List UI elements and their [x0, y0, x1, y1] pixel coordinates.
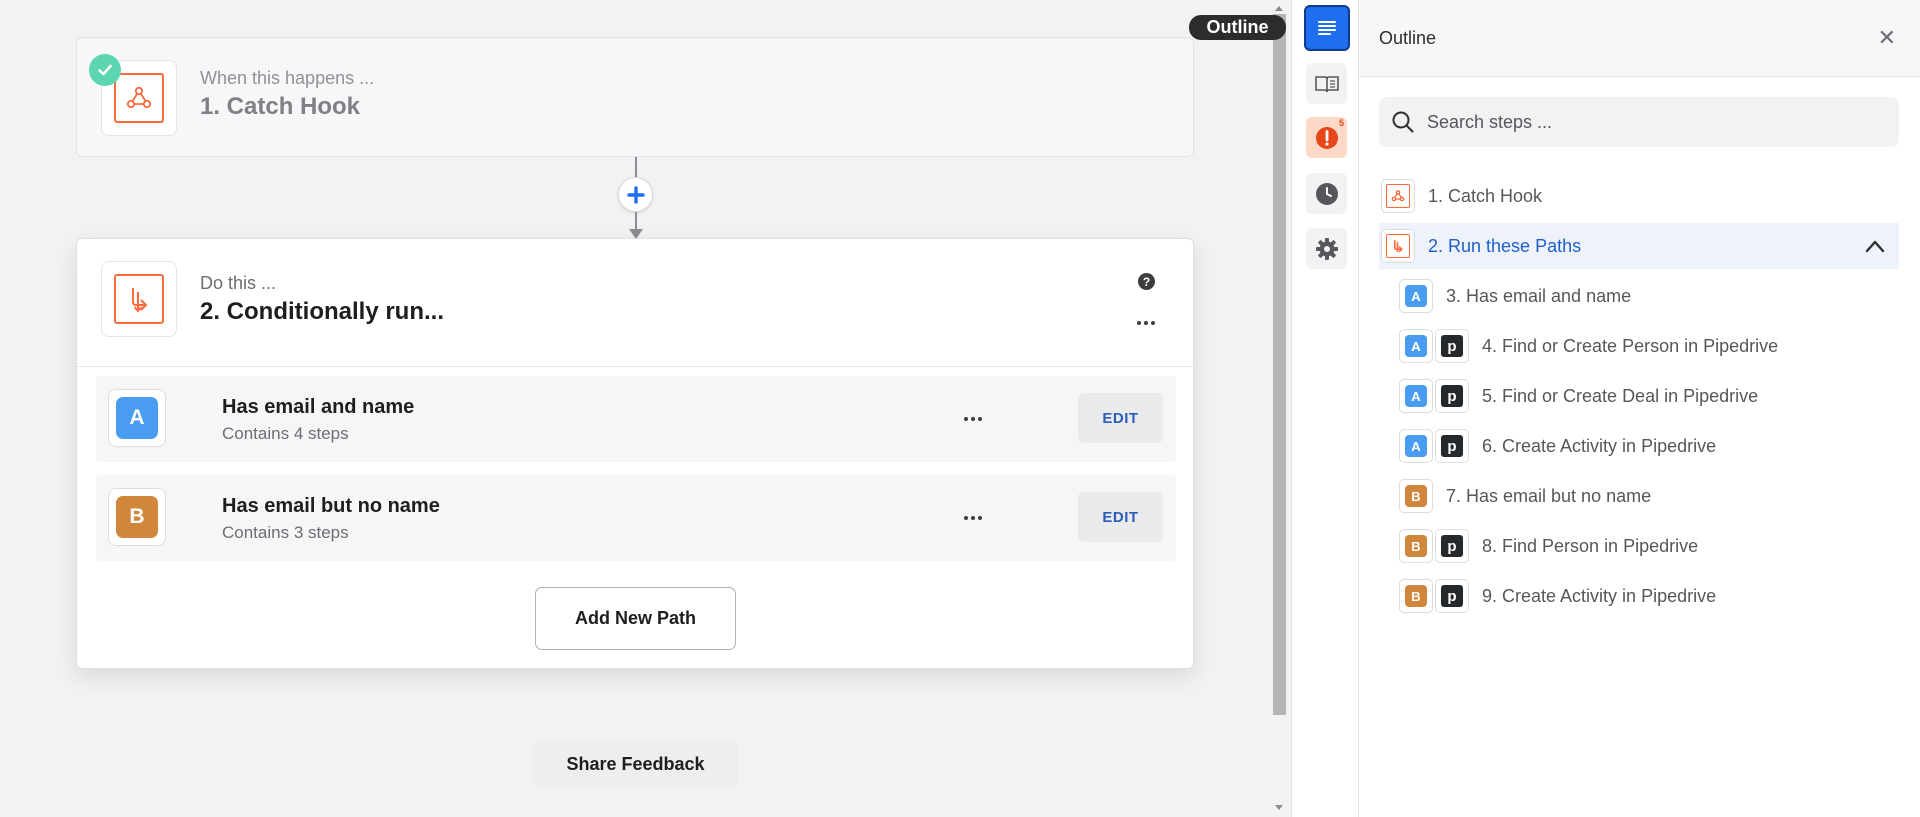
alert-count-badge: 5 [1338, 118, 1344, 128]
outline-item-7-label: 7. Has email but no name [1446, 485, 1652, 506]
outline-item-3-label: 3. Has email and name [1446, 285, 1632, 306]
alert-icon [1315, 126, 1338, 149]
paths-icon [1394, 240, 1403, 253]
webhook-icon [1391, 190, 1405, 202]
search-icon [1392, 111, 1414, 133]
add-step-button[interactable] [618, 177, 653, 212]
path-a-letter: A [116, 397, 158, 439]
paths-step-card: Do this ... 2. Conditionally run... ? A … [76, 238, 1194, 669]
search-steps-box [1379, 97, 1899, 147]
outline-icon [1318, 21, 1336, 35]
scroll-up-icon[interactable] [1275, 6, 1283, 11]
outline-item-6-path-icon: A [1399, 429, 1433, 463]
path-b-more-options-icon[interactable] [964, 516, 982, 520]
outline-item-4[interactable]: A p 4. Find or Create Person in Pipedriv… [1397, 323, 1917, 369]
outline-item-7[interactable]: B 7. Has email but no name [1397, 473, 1917, 519]
step-more-options-icon[interactable] [1137, 321, 1155, 325]
chevron-up-icon[interactable] [1865, 239, 1885, 253]
path-b-letter: B [1405, 485, 1427, 507]
outline-item-8-path-icon: B [1399, 529, 1433, 563]
outline-panel: Outline ✕ 1. Catch Hook [1359, 0, 1920, 817]
outline-item-8[interactable]: B p 8. Find Person in Pipedrive [1397, 523, 1917, 569]
trigger-title: 1. Catch Hook [200, 93, 361, 120]
share-feedback-button[interactable]: Share Feedback [533, 741, 738, 787]
path-a-more-options-icon[interactable] [964, 417, 982, 421]
path-a-step-count: Contains 4 steps [222, 424, 349, 443]
outline-item-1[interactable]: 1. Catch Hook [1379, 173, 1899, 219]
close-icon[interactable]: ✕ [1878, 27, 1896, 49]
outline-item-5[interactable]: A p 5. Find or Create Deal in Pipedrive [1397, 373, 1917, 419]
details-rail-button[interactable] [1306, 63, 1347, 104]
clock-icon [1315, 182, 1338, 205]
outline-item-2-app-icon [1381, 229, 1415, 263]
help-icon[interactable]: ? [1138, 273, 1155, 290]
outline-panel-header: Outline ✕ [1359, 0, 1920, 77]
path-b-letter: B [1405, 585, 1427, 607]
book-icon [1314, 75, 1339, 92]
paths-step-header[interactable]: Do this ... 2. Conditionally run... ? [77, 239, 1193, 367]
webhook-icon [126, 86, 152, 109]
outline-item-9[interactable]: B p 9. Create Activity in Pipedrive [1397, 573, 1917, 619]
path-a-name: Has email and name [222, 396, 415, 418]
plus-icon [626, 185, 645, 204]
outline-item-5-path-icon: A [1399, 379, 1433, 413]
outline-item-4-label: 4. Find or Create Person in Pipedrive [1482, 335, 1779, 356]
outline-item-8-label: 8. Find Person in Pipedrive [1482, 535, 1699, 556]
path-b-step-count: Contains 3 steps [222, 523, 349, 542]
outline-item-3-path-icon: A [1399, 279, 1433, 313]
alerts-rail-button[interactable]: 5 [1306, 117, 1347, 158]
path-b-letter: B [116, 496, 158, 538]
path-row-b[interactable]: B Has email but no name Contains 3 steps… [96, 475, 1176, 561]
pipedrive-icon: p [1435, 329, 1469, 363]
pipedrive-icon: p [1435, 579, 1469, 613]
path-b-letter: B [1405, 535, 1427, 557]
outline-tooltip: Outline [1189, 15, 1286, 40]
path-a-letter: A [1405, 335, 1427, 357]
paths-icon [132, 288, 148, 313]
action-subtitle: Do this ... [200, 273, 277, 293]
path-a-letter: A [1405, 285, 1427, 307]
pipedrive-icon: p [1435, 529, 1469, 563]
outline-item-9-label: 9. Create Activity in Pipedrive [1482, 585, 1717, 606]
paths-app-tile [101, 261, 177, 337]
zap-canvas: When this happens ... 1. Catch Hook Do t… [0, 0, 1268, 817]
settings-rail-button[interactable] [1306, 228, 1347, 269]
history-rail-button[interactable] [1306, 173, 1347, 214]
outline-item-3[interactable]: A 3. Has email and name [1397, 273, 1917, 319]
outline-item-7-path-icon: B [1399, 479, 1433, 513]
path-a-tile: A [108, 389, 166, 447]
outline-panel-title: Outline [1379, 28, 1437, 48]
outline-item-1-label: 1. Catch Hook [1428, 185, 1543, 206]
connector-line-top [635, 157, 637, 177]
gear-icon [1315, 237, 1338, 260]
outline-item-9-path-icon: B [1399, 579, 1433, 613]
trigger-subtitle: When this happens ... [200, 68, 375, 88]
outline-item-2[interactable]: 2. Run these Paths [1379, 223, 1899, 269]
outline-item-6-label: 6. Create Activity in Pipedrive [1482, 435, 1717, 456]
path-a-letter: A [1405, 435, 1427, 457]
search-steps-input[interactable] [1427, 107, 1877, 137]
pipedrive-icon: p [1435, 429, 1469, 463]
connector-line-bottom [635, 212, 637, 230]
outline-item-5-label: 5. Find or Create Deal in Pipedrive [1482, 385, 1759, 406]
pipedrive-icon: p [1435, 379, 1469, 413]
outline-item-6[interactable]: A p 6. Create Activity in Pipedrive [1397, 423, 1917, 469]
path-b-name: Has email but no name [222, 495, 440, 517]
path-a-edit-button[interactable]: EDIT [1078, 393, 1163, 443]
canvas-scrollbar-thumb[interactable] [1273, 14, 1286, 715]
action-title: 2. Conditionally run... [200, 298, 445, 325]
path-row-a[interactable]: A Has email and name Contains 4 steps ED… [96, 376, 1176, 462]
path-b-edit-button[interactable]: EDIT [1078, 492, 1163, 542]
trigger-step-card[interactable]: When this happens ... 1. Catch Hook [76, 37, 1194, 157]
add-new-path-button[interactable]: Add New Path [535, 587, 736, 650]
outline-item-4-path-icon: A [1399, 329, 1433, 363]
scroll-down-icon[interactable] [1275, 805, 1283, 810]
completed-check-icon [89, 54, 121, 86]
outline-item-1-app-icon [1381, 179, 1415, 213]
path-b-tile: B [108, 488, 166, 546]
outline-rail-button[interactable] [1304, 5, 1350, 51]
sidebar-icon-rail: 5 [1291, 0, 1359, 817]
path-a-letter: A [1405, 385, 1427, 407]
outline-item-2-label: 2. Run these Paths [1428, 235, 1582, 256]
